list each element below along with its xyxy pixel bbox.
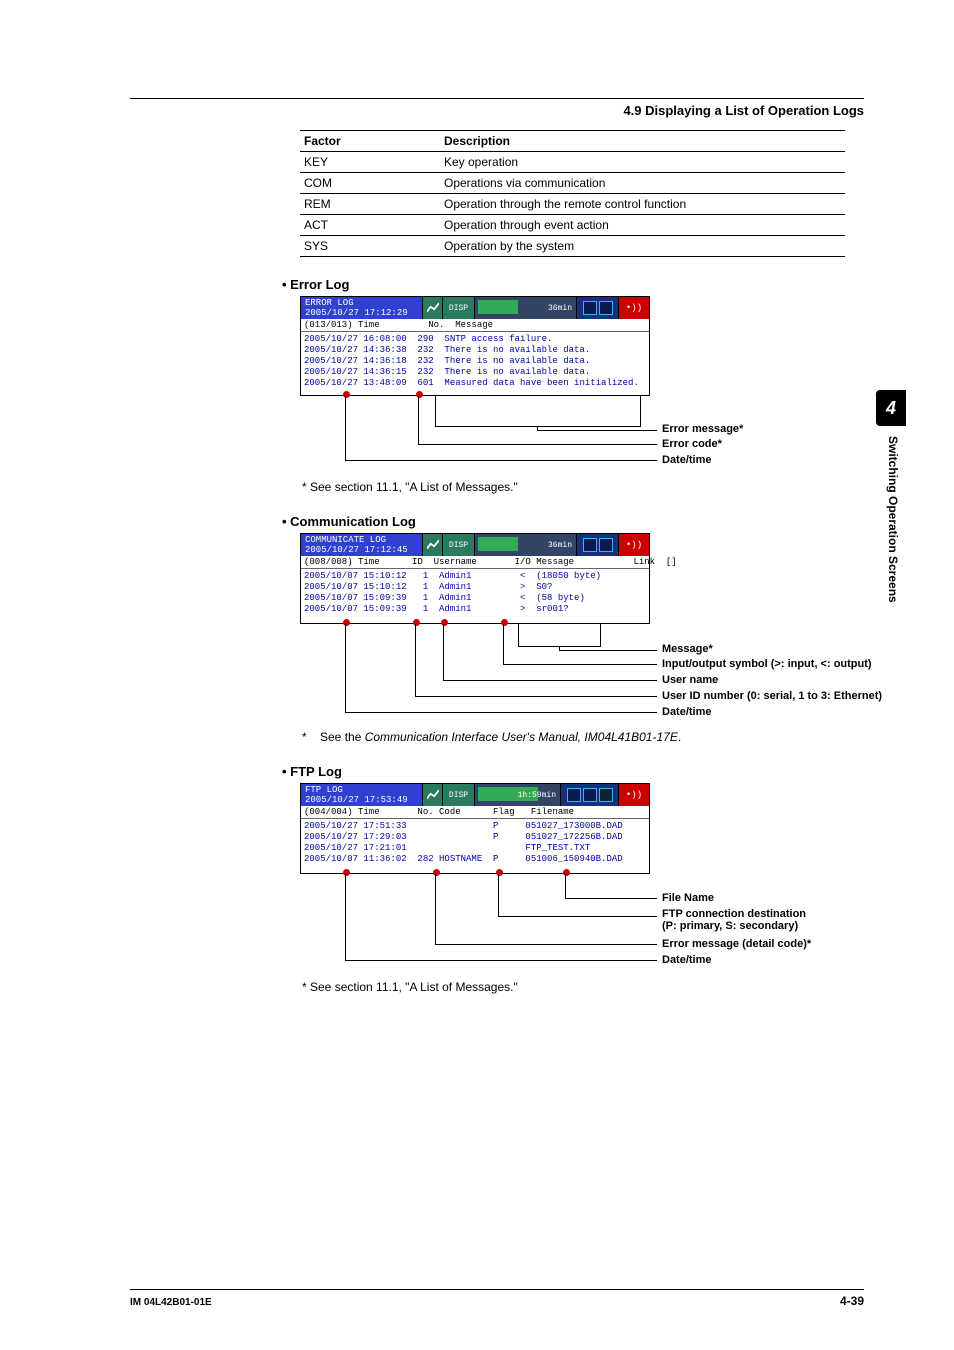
disp-button[interactable]: DISP — [443, 297, 475, 319]
ann-ftp-dest: FTP connection destination(P: primary, S… — [662, 908, 806, 932]
chapter-tab: 4 — [876, 390, 906, 426]
column-headers: (008/008) Time ID Username I/O Message L… — [301, 556, 649, 569]
ann-username: User name — [662, 674, 718, 686]
log-row: 2005/10/27 17:21:01 FTP_TEST.TXT — [304, 843, 646, 854]
log-row: 2005/10/07 11:36:02 282 HOSTNAME P 05100… — [304, 854, 646, 865]
log-row: 2005/10/27 14:36:38 232 There is no avai… — [304, 345, 646, 356]
media-icon[interactable] — [567, 788, 581, 802]
ann-io: Input/output symbol (>: input, <: output… — [662, 658, 872, 670]
column-headers: (004/004) Time No. Code Flag Filename — [301, 806, 649, 819]
comm-log-footnote: * See the Communication Interface User's… — [302, 730, 845, 744]
ann-ftp-error: Error message (detail code)* — [662, 938, 811, 950]
chart-icon — [423, 534, 443, 556]
log-row: 2005/10/27 14:36:15 232 There is no avai… — [304, 367, 646, 378]
window-title: ERROR LOG 2005/10/27 17:12:29 — [301, 297, 423, 319]
keylock-icon[interactable] — [599, 301, 613, 315]
log-row: 2005/10/27 17:51:33 P 051027_173000B.DAD — [304, 821, 646, 832]
footer-rule — [130, 1289, 864, 1290]
log-row: 2005/10/07 15:10:12 1 Admin1 > S0? — [304, 582, 646, 593]
factor-table: Factor Description KEYKey operation COMO… — [300, 130, 845, 257]
mail-icon[interactable] — [599, 788, 613, 802]
log-row: 2005/10/07 15:09:39 1 Admin1 < (58 byte) — [304, 593, 646, 604]
ann-error-code: Error code* — [662, 438, 722, 450]
disp-button[interactable]: DISP — [443, 784, 475, 806]
chapter-label: Switching Operation Screens — [886, 436, 900, 603]
table-row: KEYKey operation — [300, 152, 845, 173]
ann-filename: File Name — [662, 892, 714, 904]
log-row: 2005/10/27 17:29:03 P 051027_172256B.DAD — [304, 832, 646, 843]
table-row: ACTOperation through event action — [300, 215, 845, 236]
time-bar: 1h:59min — [475, 784, 561, 806]
table-row: REMOperation through the remote control … — [300, 194, 845, 215]
footer-pagenum: 4-39 — [840, 1294, 864, 1308]
table-row: SYSOperation by the system — [300, 236, 845, 257]
ftp-log-heading: FTP Log — [282, 764, 845, 779]
keylock-icon[interactable] — [583, 788, 597, 802]
chart-icon — [423, 297, 443, 319]
window-title: COMMUNICATE LOG 2005/10/27 17:12:45 — [301, 534, 423, 556]
time-bar: 36min — [475, 297, 577, 319]
ann-datetime: Date/time — [662, 954, 712, 966]
error-log-footnote: * See section 11.1, "A List of Messages.… — [302, 480, 845, 494]
column-headers: (013/013) Time No. Message — [301, 319, 649, 332]
footer-docid: IM 04L42B01-01E — [130, 1297, 212, 1308]
media-icon[interactable] — [583, 538, 597, 552]
log-row: 2005/10/27 14:36:18 232 There is no avai… — [304, 356, 646, 367]
record-indicator: •)) — [619, 534, 649, 556]
log-row: 2005/10/27 16:08:00 290 SNTP access fail… — [304, 334, 646, 345]
ftp-log-footnote: * See section 11.1, "A List of Messages.… — [302, 980, 845, 994]
log-row: 2005/10/27 13:48:09 601 Measured data ha… — [304, 378, 646, 389]
ann-userid: User ID number (0: serial, 1 to 3: Ether… — [662, 690, 882, 702]
col-factor: Factor — [300, 131, 440, 152]
chart-icon — [423, 784, 443, 806]
ann-datetime: Date/time — [662, 706, 712, 718]
ann-datetime: Date/time — [662, 454, 712, 466]
col-description: Description — [440, 131, 845, 152]
comm-log-heading: Communication Log — [282, 514, 845, 529]
ann-error-message: Error message* — [662, 423, 743, 435]
ann-message: Message* — [662, 643, 713, 655]
disp-button[interactable]: DISP — [443, 534, 475, 556]
keylock-icon[interactable] — [599, 538, 613, 552]
record-indicator: •)) — [619, 784, 649, 806]
window-title: FTP LOG 2005/10/27 17:53:49 — [301, 784, 423, 806]
media-icon[interactable] — [583, 301, 597, 315]
section-title: 4.9 Displaying a List of Operation Logs — [623, 103, 864, 118]
log-row: 2005/10/07 15:09:39 1 Admin1 > sr001? — [304, 604, 646, 615]
ftp-log-screenshot: FTP LOG 2005/10/27 17:53:49 DISP 1h:59mi… — [300, 783, 650, 874]
record-indicator: •)) — [619, 297, 649, 319]
table-row: COMOperations via communication — [300, 173, 845, 194]
comm-log-screenshot: COMMUNICATE LOG 2005/10/27 17:12:45 DISP… — [300, 533, 650, 624]
time-bar: 36min — [475, 534, 577, 556]
header-rule — [130, 98, 864, 99]
error-log-heading: Error Log — [282, 277, 845, 292]
log-row: 2005/10/07 15:10:12 1 Admin1 < (18050 by… — [304, 571, 646, 582]
error-log-screenshot: ERROR LOG 2005/10/27 17:12:29 DISP 36min… — [300, 296, 650, 396]
